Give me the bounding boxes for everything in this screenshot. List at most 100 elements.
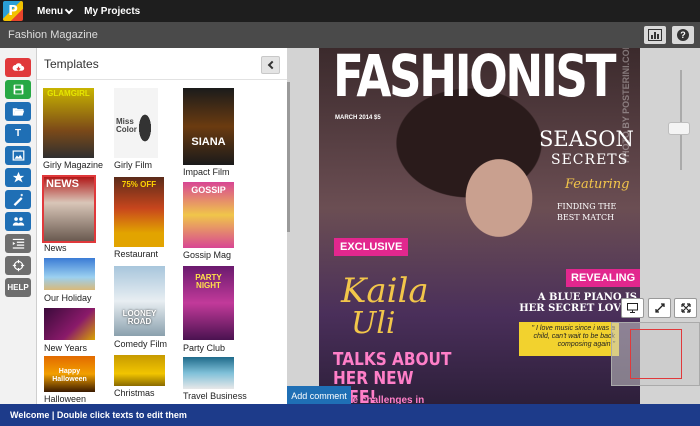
open-folder-button[interactable] bbox=[5, 102, 31, 121]
add-comment-button[interactable]: Add comment bbox=[287, 386, 351, 406]
collapse-panel-button[interactable] bbox=[261, 56, 280, 74]
app-logo[interactable]: P bbox=[3, 1, 23, 21]
list-indent-icon bbox=[12, 238, 24, 249]
template-label: New Years bbox=[44, 343, 88, 353]
layers-users-button[interactable] bbox=[5, 212, 31, 231]
crosshair-icon bbox=[12, 259, 24, 272]
minimap-viewport[interactable] bbox=[630, 329, 682, 379]
thumbnail-text: PARTY NIGHT bbox=[195, 273, 222, 290]
app-window: P Menu My Projects Fashion Magazine ? T bbox=[0, 0, 700, 426]
brush-button[interactable] bbox=[5, 190, 31, 209]
thumbnail-text: GOSSIP bbox=[191, 185, 226, 195]
users-icon bbox=[12, 217, 24, 226]
template-label: Girly Magazine bbox=[43, 160, 104, 170]
fullscreen-icon bbox=[680, 303, 691, 313]
chevron-left-icon bbox=[267, 60, 276, 70]
title-bar: Fashion Magazine ? bbox=[0, 22, 700, 48]
template-label: Our Holiday bbox=[44, 293, 92, 303]
panel-scrollbar[interactable] bbox=[287, 48, 319, 404]
help-tool-button[interactable]: HELP bbox=[5, 278, 31, 297]
template-thumbnail: GLAMGIRL bbox=[43, 88, 94, 158]
cover-featuring[interactable]: Featuring bbox=[565, 177, 629, 192]
template-thumbnail bbox=[44, 258, 95, 290]
template-label: Christmas bbox=[114, 388, 155, 398]
template-thumbnail: Happy Halloween bbox=[44, 356, 95, 392]
menu-label: Menu bbox=[37, 5, 64, 17]
template-thumbnail: 75% OFF bbox=[114, 177, 164, 247]
indent-button[interactable] bbox=[5, 234, 31, 253]
template-label: Party Club bbox=[183, 343, 226, 353]
cover-exclusive[interactable]: EXCLUSIVE bbox=[334, 238, 409, 256]
fullscreen-button[interactable] bbox=[674, 298, 697, 318]
move-button[interactable] bbox=[5, 256, 31, 275]
templates-title: Templates bbox=[44, 56, 99, 71]
cover-blue-piano[interactable]: A BLUE PIANO IS HER SECRET LOVER bbox=[519, 292, 637, 314]
preview-button[interactable] bbox=[621, 298, 644, 318]
templates-panel: Templates GLAMGIRL Girly Magazine Miss C… bbox=[37, 48, 287, 404]
templates-header: Templates bbox=[37, 48, 287, 80]
menu-dropdown[interactable]: Menu bbox=[37, 5, 74, 17]
cover-name-first[interactable]: Kaila bbox=[341, 271, 429, 311]
save-button[interactable] bbox=[5, 80, 31, 99]
monitor-icon bbox=[627, 303, 638, 313]
cover-masthead[interactable]: FASHIONIST bbox=[333, 48, 617, 110]
design-canvas[interactable]: FASHIONIST MARCH 2014 $5 SEASON SECRETS … bbox=[319, 48, 640, 404]
template-thumbnail: NEWS bbox=[42, 175, 96, 243]
wand-icon bbox=[13, 193, 23, 206]
thumbnail-text: NEWS bbox=[46, 178, 79, 190]
template-label: News bbox=[44, 243, 67, 253]
expand-button[interactable] bbox=[648, 298, 671, 318]
star-icon bbox=[12, 171, 24, 183]
cover-revealing[interactable]: REVEALING bbox=[566, 269, 640, 287]
template-thumbnail bbox=[183, 357, 234, 389]
cloud-download-button[interactable] bbox=[5, 58, 31, 77]
template-label: Comedy Film bbox=[114, 339, 168, 349]
status-bar: Welcome | Double click texts to edit the… bbox=[0, 404, 700, 426]
cloud-download-icon bbox=[12, 63, 24, 71]
template-thumbnail: SIANA bbox=[183, 88, 234, 165]
tool-column: T HELP bbox=[0, 48, 37, 404]
cover-name-last[interactable]: Uli bbox=[351, 306, 395, 341]
image-icon bbox=[12, 150, 24, 161]
add-image-button[interactable] bbox=[5, 146, 31, 165]
canvas-minimap[interactable] bbox=[611, 322, 700, 386]
template-thumbnail bbox=[114, 355, 165, 386]
cover-finding[interactable]: FINDING THE BEST MATCH bbox=[557, 201, 631, 223]
scrollbar-thumb[interactable] bbox=[287, 82, 290, 232]
template-thumbnail: GOSSIP bbox=[183, 182, 234, 248]
zoom-track[interactable] bbox=[680, 70, 682, 170]
folder-open-icon bbox=[12, 108, 24, 116]
cover-challenges[interactable]: ce challenges in bbox=[347, 395, 424, 404]
template-label: Girly Film bbox=[114, 160, 152, 170]
help-button[interactable]: ? bbox=[672, 26, 694, 44]
template-thumbnail bbox=[44, 308, 95, 340]
thumbnail-text: SIANA bbox=[191, 136, 226, 148]
thumbnail-text: LOONEY ROAD bbox=[122, 309, 157, 326]
cover-photo-credit: PHOTO BY POSTERINI.COM bbox=[621, 48, 631, 163]
top-menu-bar: P Menu My Projects bbox=[0, 0, 700, 22]
thumbnail-text: Miss Color bbox=[116, 117, 137, 134]
template-label: Travel Business bbox=[183, 391, 247, 401]
thumbnail-text: Happy Halloween bbox=[52, 368, 87, 383]
template-label: Restaurant bbox=[114, 249, 159, 259]
template-thumbnail: PARTY NIGHT bbox=[183, 266, 234, 340]
question-icon: ? bbox=[677, 29, 689, 41]
add-shape-button[interactable] bbox=[5, 168, 31, 187]
cover-quote[interactable]: " I love music since i was a child, can'… bbox=[519, 322, 619, 356]
cover-secrets[interactable]: SECRETS bbox=[551, 152, 628, 168]
cover-season[interactable]: SEASON bbox=[539, 128, 634, 150]
add-text-button[interactable]: T bbox=[5, 124, 31, 143]
document-title[interactable]: Fashion Magazine bbox=[8, 29, 98, 41]
template-thumbnail: Miss Color bbox=[114, 88, 158, 158]
bar-chart-icon bbox=[648, 29, 662, 41]
status-text: Welcome | Double click texts to edit the… bbox=[10, 410, 187, 420]
floppy-disk-icon bbox=[13, 84, 23, 95]
thumbnail-text: 75% OFF bbox=[121, 180, 157, 189]
expand-icon bbox=[654, 303, 665, 313]
my-projects-link[interactable]: My Projects bbox=[84, 6, 140, 17]
template-label: Gossip Mag bbox=[183, 250, 232, 260]
zoom-slider-handle[interactable] bbox=[668, 122, 690, 135]
thumbnail-text: GLAMGIRL bbox=[47, 89, 90, 98]
stats-button[interactable] bbox=[644, 26, 666, 44]
cover-issue[interactable]: MARCH 2014 $5 bbox=[335, 115, 381, 121]
